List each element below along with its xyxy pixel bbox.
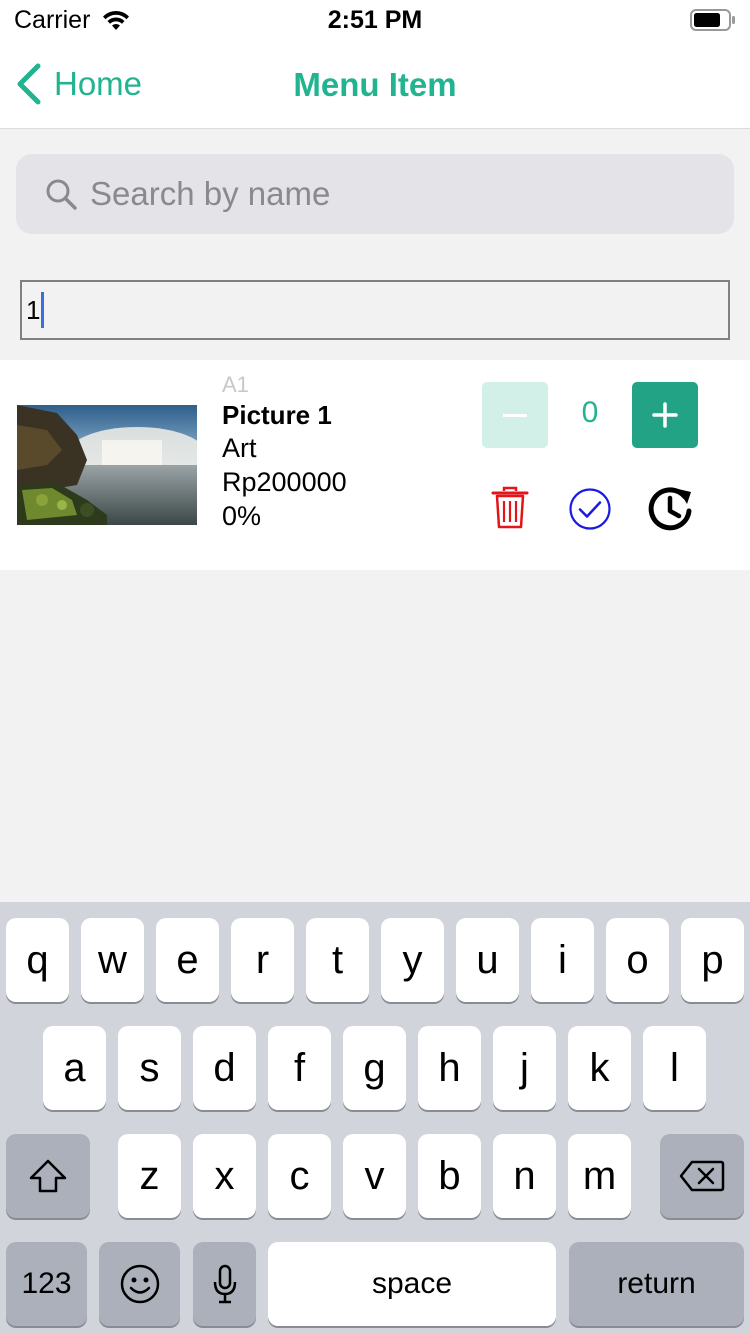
key-b[interactable]: b — [418, 1134, 481, 1218]
navigation-bar: Home Menu Item — [0, 40, 750, 129]
search-bar[interactable] — [16, 154, 734, 234]
key-z[interactable]: z — [118, 1134, 181, 1218]
key-f[interactable]: f — [268, 1026, 331, 1110]
battery-icon — [690, 9, 735, 31]
status-bar: Carrier 2:51 PM — [0, 0, 750, 40]
item-discount: 0% — [222, 501, 262, 531]
key-s[interactable]: s — [118, 1026, 181, 1110]
key-v[interactable]: v — [343, 1134, 406, 1218]
space-key[interactable]: space — [268, 1242, 556, 1326]
key-i[interactable]: i — [531, 918, 594, 1002]
key-n[interactable]: n — [493, 1134, 556, 1218]
menu-item-card: A1 Picture 1 Art Rp200000 0% 0 — [0, 360, 750, 570]
key-h[interactable]: h — [418, 1026, 481, 1110]
key-u[interactable]: u — [456, 918, 519, 1002]
return-key[interactable]: return — [569, 1242, 744, 1326]
key-o[interactable]: o — [606, 918, 669, 1002]
page-title: Menu Item — [293, 66, 457, 103]
key-k[interactable]: k — [568, 1026, 631, 1110]
shift-key[interactable] — [6, 1134, 90, 1218]
dictation-key[interactable] — [193, 1242, 256, 1326]
search-section — [0, 130, 750, 258]
minus-icon — [503, 413, 527, 417]
key-l[interactable]: l — [643, 1026, 706, 1110]
key-a[interactable]: a — [43, 1026, 106, 1110]
decrease-quantity-button[interactable] — [482, 382, 548, 448]
key-j[interactable]: j — [493, 1026, 556, 1110]
history-icon[interactable] — [644, 484, 696, 534]
text-cursor — [41, 292, 45, 328]
key-e[interactable]: e — [156, 918, 219, 1002]
quantity-value: 0 — [581, 396, 599, 429]
text-input-value: 1 — [26, 294, 41, 325]
keyboard: q w e r t y u i o p a s d f g h j k l z … — [0, 902, 750, 1334]
clock: 2:51 PM — [327, 6, 423, 34]
shift-icon — [29, 1159, 67, 1193]
key-x[interactable]: x — [193, 1134, 256, 1218]
emoji-key[interactable] — [99, 1242, 180, 1326]
increase-quantity-button[interactable] — [632, 382, 698, 448]
waterfall-image — [17, 405, 197, 525]
emoji-icon — [120, 1264, 159, 1304]
key-m[interactable]: m — [568, 1134, 631, 1218]
item-price: Rp200000 — [222, 467, 347, 497]
item-name: Picture 1 — [222, 400, 332, 430]
item-code: A1 — [222, 372, 249, 397]
text-input-field[interactable]: 1 — [20, 280, 730, 340]
numbers-key[interactable]: 123 — [6, 1242, 87, 1326]
key-w[interactable]: w — [81, 918, 144, 1002]
key-q[interactable]: q — [6, 918, 69, 1002]
microphone-icon — [213, 1264, 236, 1304]
key-c[interactable]: c — [268, 1134, 331, 1218]
key-y[interactable]: y — [381, 918, 444, 1002]
item-thumbnail — [17, 405, 197, 525]
text-field-section: 1 — [0, 260, 750, 360]
key-r[interactable]: r — [231, 918, 294, 1002]
item-category: Art — [222, 433, 257, 463]
search-input[interactable] — [90, 175, 690, 213]
key-t[interactable]: t — [306, 918, 369, 1002]
key-g[interactable]: g — [343, 1026, 406, 1110]
checkmark-circle-icon[interactable] — [568, 487, 612, 531]
trash-icon[interactable] — [490, 486, 530, 530]
key-d[interactable]: d — [193, 1026, 256, 1110]
backspace-icon — [679, 1160, 725, 1192]
delete-key[interactable] — [660, 1134, 744, 1218]
key-p[interactable]: p — [681, 918, 744, 1002]
plus-icon — [652, 402, 678, 428]
search-icon — [46, 179, 77, 210]
